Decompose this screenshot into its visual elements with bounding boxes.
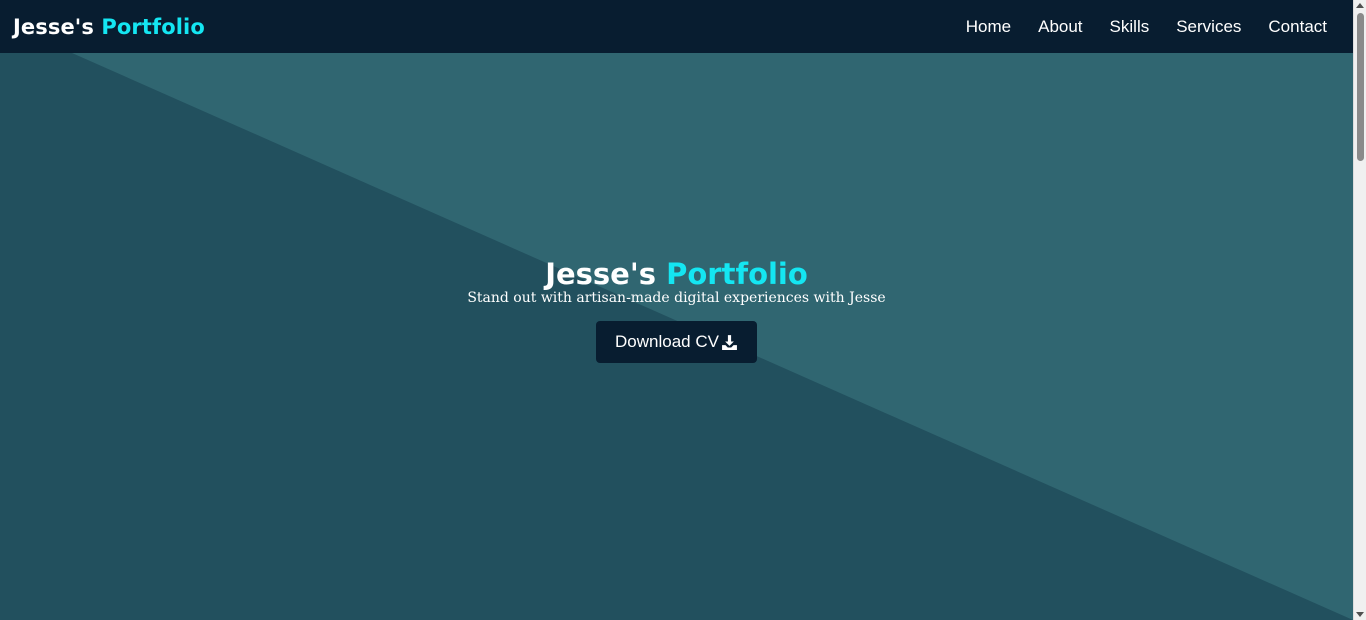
- hero-title-main: Jesse's: [545, 257, 656, 291]
- hero-section: Jesse's Portfolio Stand out with artisan…: [0, 53, 1353, 620]
- hero-subtitle: Stand out with artisan-made digital expe…: [467, 290, 886, 306]
- nav-link-skills[interactable]: Skills: [1110, 17, 1150, 37]
- scroll-down-arrow-icon[interactable]: [1356, 612, 1364, 617]
- nav-link-services[interactable]: Services: [1176, 17, 1241, 37]
- brand-name: Jesse's: [13, 14, 94, 39]
- brand-accent: Portfolio: [101, 14, 205, 39]
- nav-link-about[interactable]: About: [1038, 17, 1082, 37]
- nav-link-contact[interactable]: Contact: [1268, 17, 1327, 37]
- brand-logo[interactable]: Jesse's Portfolio: [13, 15, 205, 39]
- hero-title: Jesse's Portfolio: [0, 258, 1353, 290]
- hero-content: Jesse's Portfolio Stand out with artisan…: [0, 258, 1353, 363]
- nav-menu: Home About Skills Services Contact: [966, 17, 1327, 37]
- download-icon: [722, 334, 737, 350]
- page-scrollbar[interactable]: [1353, 0, 1366, 620]
- scroll-up-arrow-icon[interactable]: [1356, 3, 1364, 8]
- download-cv-label: Download CV: [615, 332, 719, 351]
- scroll-thumb[interactable]: [1357, 13, 1364, 161]
- download-cv-button[interactable]: Download CV: [596, 321, 757, 363]
- hero-title-accent: Portfolio: [666, 257, 808, 291]
- nav-link-home[interactable]: Home: [966, 17, 1011, 37]
- navbar: Jesse's Portfolio Home About Skills Serv…: [0, 0, 1353, 53]
